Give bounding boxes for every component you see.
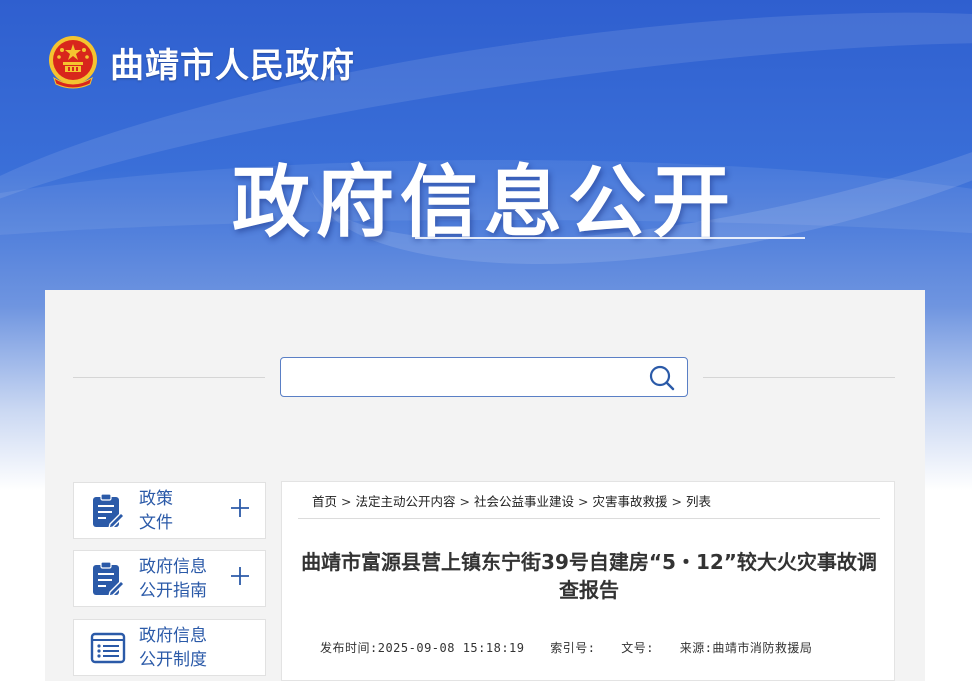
article-title: 曲靖市富源县营上镇东宁街39号自建房“5・12”较大火灾事故调查报告 [301, 550, 877, 602]
document-number: 文号: [621, 641, 654, 655]
hero-underline [415, 237, 805, 239]
search-icon[interactable] [649, 365, 675, 391]
sidebar-item-disclosure-guide[interactable]: 政府信息 公开指南 [73, 550, 266, 607]
article-meta: 发布时间:2025-09-08 15:18:19 索引号: 文号: 来源:曲靖市… [320, 639, 830, 656]
breadcrumb: 首页 > 法定主动公开内容 > 社会公益事业建设 > 灾害事故救援 > 列表 [312, 494, 712, 509]
search-input[interactable] [291, 364, 631, 390]
site-logo[interactable]: 曲靖市人民政府 [46, 34, 355, 90]
breadcrumb-list[interactable]: 列表 [686, 494, 711, 509]
national-emblem-icon [46, 34, 100, 90]
sidebar-item-label: 政府信息 公开制度 [139, 626, 207, 670]
sidebar-item-disclosure-system[interactable]: 政府信息 公开制度 [73, 619, 266, 676]
plus-icon[interactable] [229, 565, 251, 587]
breadcrumb-legal-disclosure[interactable]: 法定主动公开内容 [356, 494, 456, 509]
breadcrumb-public-welfare[interactable]: 社会公益事业建设 [474, 494, 574, 509]
article-content: 首页 > 法定主动公开内容 > 社会公益事业建设 > 灾害事故救援 > 列表 曲靖市富源县营上镇… [281, 481, 895, 681]
breadcrumb-divider [298, 518, 880, 519]
site-title: 曲靖市人民政府 [110, 45, 355, 86]
document-edit-icon [90, 493, 126, 529]
index-number: 索引号: [550, 641, 596, 655]
source: 来源:曲靖市消防救援局 [679, 641, 813, 655]
search-box [280, 357, 688, 397]
sidebar-item-label: 政策 文件 [139, 489, 173, 533]
hero-title: 政府信息公开 [232, 158, 737, 248]
publish-time: 发布时间:2025-09-08 15:18:19 [320, 641, 525, 655]
sidebar-item-policy-documents[interactable]: 政策 文件 [73, 482, 266, 539]
sidebar-item-label: 政府信息 公开指南 [139, 557, 207, 601]
breadcrumb-disaster-rescue[interactable]: 灾害事故救援 [593, 494, 668, 509]
breadcrumb-home[interactable]: 首页 [312, 494, 337, 509]
document-edit-icon [90, 561, 126, 597]
plus-icon[interactable] [229, 497, 251, 519]
search-divider-right [703, 377, 895, 378]
list-document-icon [90, 630, 126, 666]
search-divider-left [73, 377, 265, 378]
